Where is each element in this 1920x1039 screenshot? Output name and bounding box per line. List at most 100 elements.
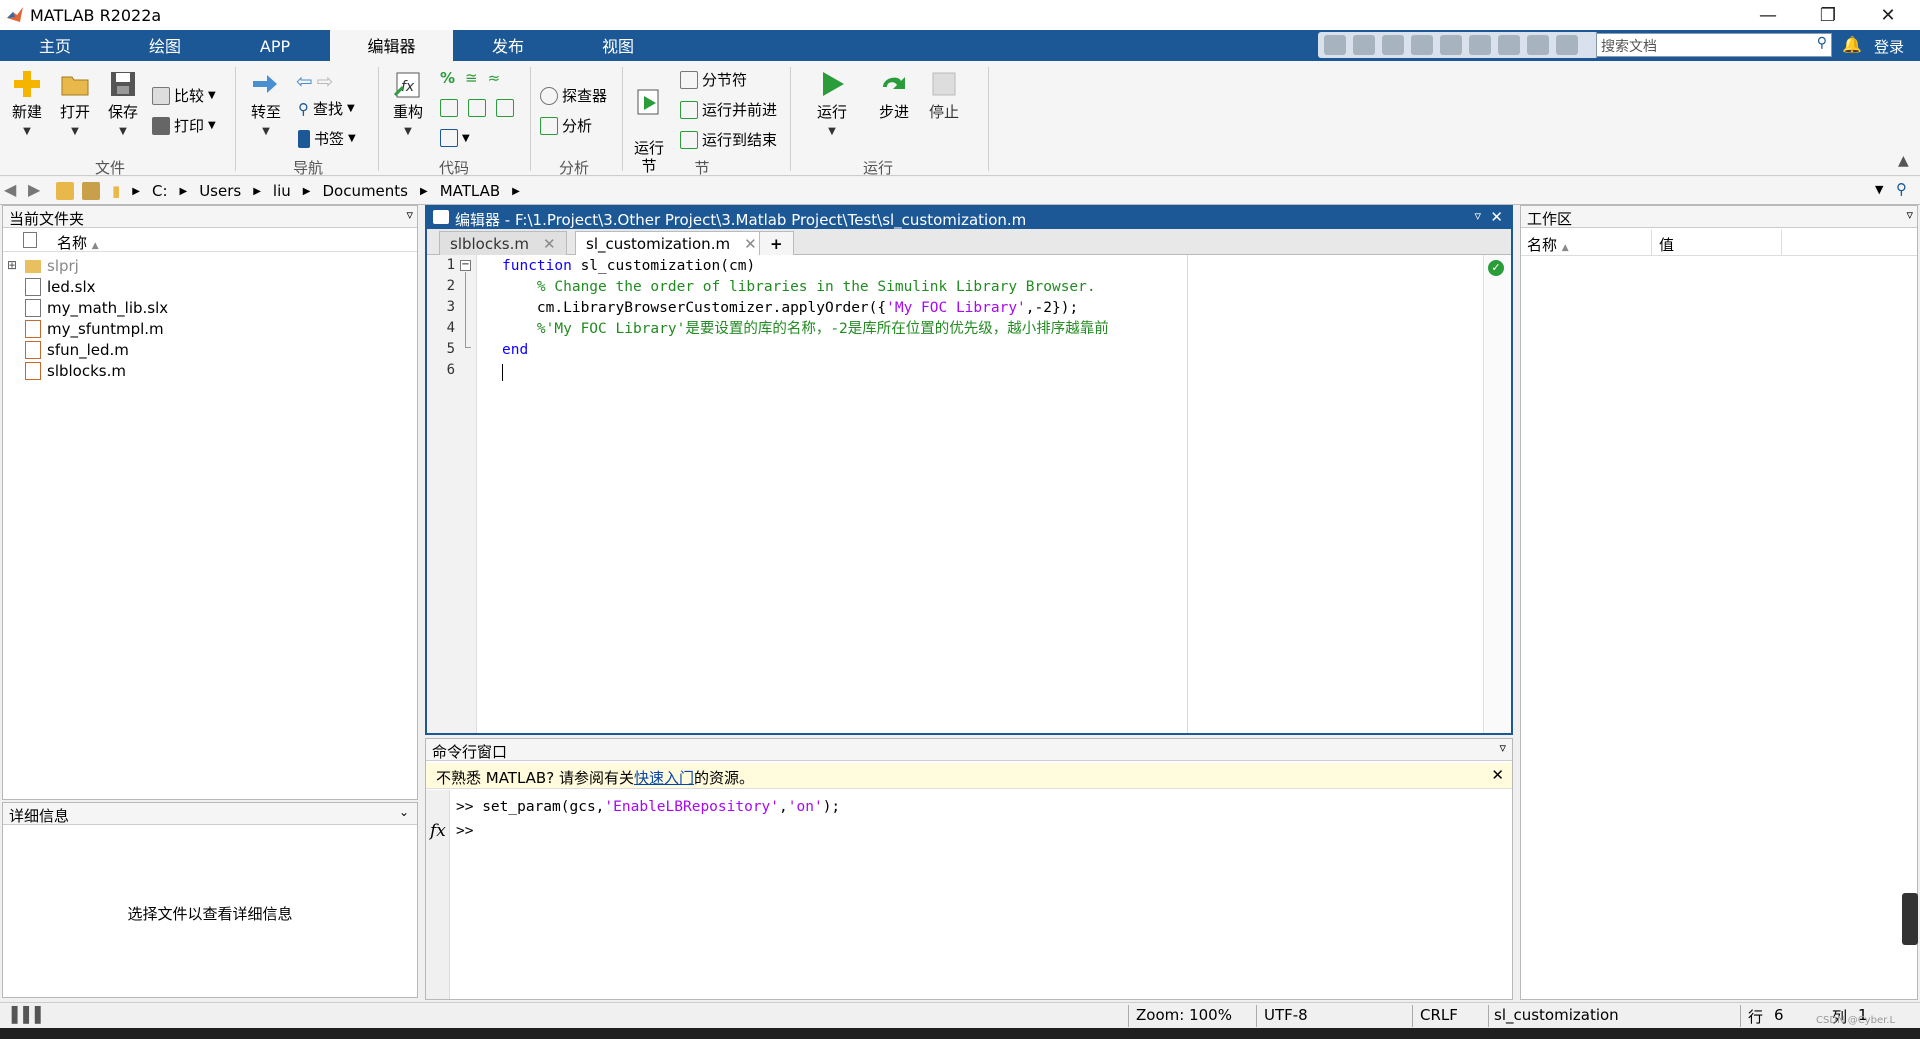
list-item[interactable]: slprj — [25, 256, 79, 276]
zoom-level[interactable]: Zoom: 100% — [1136, 1006, 1232, 1024]
tab-apps[interactable]: APP — [220, 30, 330, 61]
login-button[interactable]: 登录 — [1874, 36, 1904, 57]
back-icon[interactable]: ⇦ — [296, 69, 313, 93]
search-icon[interactable]: ⚲ — [1817, 35, 1827, 51]
switch-windows-icon[interactable] — [1498, 35, 1520, 55]
print-button[interactable]: 打印 ▼ — [152, 115, 216, 136]
browse-folder-icon[interactable] — [82, 182, 100, 200]
editor-tab-active[interactable]: sl_customization.m ✕ — [575, 231, 768, 255]
breadcrumb-item[interactable]: MATLAB — [440, 182, 500, 200]
restore-button[interactable]: ❐ — [1800, 0, 1856, 30]
run-to-end-button[interactable]: 运行到结束 — [680, 129, 777, 150]
value-column-header[interactable]: 值 — [1659, 234, 1674, 255]
bell-icon[interactable]: 🔔 — [1842, 35, 1862, 54]
editor-tab[interactable]: slblocks.m ✕ — [439, 231, 567, 255]
up-folder-icon[interactable] — [56, 182, 74, 200]
line-ending[interactable]: CRLF — [1420, 1006, 1458, 1024]
expand-icon[interactable]: ⊞ — [7, 258, 17, 272]
cut-icon[interactable] — [1353, 35, 1375, 55]
bookmark-button[interactable]: 书签 ▼ — [298, 128, 356, 149]
panel-menu-icon[interactable]: ▿ — [406, 208, 413, 223]
list-item[interactable]: my_sfuntmpl.m — [25, 319, 164, 339]
section-break-button[interactable]: 分节符 — [680, 69, 747, 90]
name-column-header[interactable]: 名称 ▲ — [57, 232, 99, 253]
breadcrumb-item[interactable]: Documents — [322, 182, 408, 200]
paste-icon[interactable] — [1411, 35, 1433, 55]
increase-indent-icon[interactable] — [496, 99, 514, 117]
smart-indent-icon[interactable] — [440, 99, 458, 117]
close-editor-icon[interactable]: ✕ — [1490, 208, 1503, 226]
save-icon[interactable] — [1324, 35, 1346, 55]
list-item[interactable]: slblocks.m — [25, 361, 126, 381]
find-button[interactable]: ⚲ 查找 ▼ — [298, 98, 355, 119]
code-text: ); — [822, 799, 841, 815]
run-section-button[interactable]: 运行 节 — [628, 69, 670, 175]
goto-button[interactable]: 转至 ▼ — [246, 69, 286, 141]
encoding[interactable]: UTF-8 — [1264, 1006, 1308, 1024]
wrap-comment-icon[interactable]: ≈ — [488, 69, 501, 87]
breadcrumb-item[interactable]: liu — [273, 182, 291, 200]
tab-editor[interactable]: 编辑器 — [330, 30, 453, 61]
list-item[interactable]: sfun_led.m — [25, 340, 129, 360]
search-docs-input[interactable]: 搜索文档 ⚲ — [1596, 33, 1832, 57]
chevron-down-icon[interactable]: ⌄ — [399, 805, 409, 819]
uncomment-icon[interactable]: ≅ — [465, 69, 478, 87]
expand-icon[interactable] — [1556, 35, 1578, 55]
minimize-button[interactable]: — — [1740, 0, 1796, 30]
stop-button[interactable]: 停止 — [924, 69, 964, 121]
address-dropdown-icon[interactable]: ▼ — [1875, 183, 1883, 196]
undo-icon[interactable] — [1440, 35, 1462, 55]
folder-search-icon[interactable]: ⚲ — [1896, 180, 1907, 198]
fx-icon[interactable]: fx — [430, 821, 446, 841]
tab-plots[interactable]: 绘图 — [110, 30, 220, 61]
list-item[interactable]: led.slx — [25, 277, 96, 297]
name-column-header[interactable]: 名称 ▲ — [1527, 234, 1569, 255]
file-name: my_sfuntmpl.m — [47, 320, 164, 338]
check-icon[interactable]: ✓ — [1488, 260, 1504, 276]
help-icon[interactable] — [1527, 35, 1549, 55]
breadcrumb-item[interactable]: Users — [199, 182, 241, 200]
new-button[interactable]: 新建 ▼ — [8, 69, 46, 141]
collapse-ribbon-icon[interactable]: ▲ — [1898, 153, 1909, 169]
comment-icon[interactable]: % — [440, 69, 455, 87]
close-window-button[interactable]: ✕ — [1860, 0, 1916, 30]
open-button[interactable]: 打开 ▼ — [56, 69, 94, 141]
run-and-advance-button[interactable]: 运行并前进 — [680, 99, 777, 120]
breadcrumb-item[interactable]: C: — [152, 182, 168, 200]
copy-icon[interactable] — [1382, 35, 1404, 55]
column-divider[interactable] — [1781, 230, 1782, 256]
forward-icon[interactable]: ⇨ — [317, 69, 334, 93]
list-item[interactable]: my_math_lib.slx — [25, 298, 168, 318]
decrease-indent-icon[interactable] — [468, 99, 486, 117]
compare-button[interactable]: 比较 ▼ — [152, 85, 216, 106]
new-tab-button[interactable]: + — [759, 231, 794, 255]
forward-icon[interactable]: ▶ — [28, 180, 40, 199]
step-button[interactable]: 步进 — [874, 69, 914, 121]
save-button[interactable]: 保存 ▼ — [104, 69, 142, 141]
analyze-button[interactable]: 分析 — [540, 115, 592, 136]
redo-icon[interactable] — [1469, 35, 1491, 55]
message-bar — [1483, 255, 1511, 733]
close-tip-icon[interactable]: ✕ — [1491, 766, 1504, 784]
column-divider[interactable] — [1651, 230, 1652, 256]
panel-menu-icon[interactable]: ▿ — [1906, 208, 1913, 223]
profiler-button[interactable]: 探查器 — [540, 85, 607, 106]
refactor-button[interactable]: fx 重构 ▼ — [386, 69, 430, 141]
fold-icon[interactable]: − — [460, 260, 471, 271]
quick-start-link[interactable]: 快速入门 — [634, 769, 694, 787]
code-more[interactable]: ▼ — [440, 129, 470, 147]
panel-menu-icon[interactable]: ▿ — [1499, 741, 1506, 756]
back-icon[interactable]: ◀ — [4, 180, 16, 199]
panel-menu-icon[interactable]: ▿ — [1474, 209, 1481, 224]
tab-home[interactable]: 主页 — [0, 30, 110, 61]
run-button[interactable]: 运行 ▼ — [812, 69, 852, 141]
tab-publish[interactable]: 发布 — [453, 30, 563, 61]
tab-view[interactable]: 视图 — [563, 30, 673, 61]
close-tab-icon[interactable]: ✕ — [744, 235, 757, 253]
close-tab-icon[interactable]: ✕ — [543, 235, 556, 253]
command-prompt-line[interactable]: >> — [456, 821, 473, 842]
details-header[interactable]: 详细信息 ⌄ — [3, 803, 417, 825]
back-forward[interactable]: ⇦ ⇨ — [296, 69, 334, 93]
side-scroll-handle[interactable] — [1902, 893, 1918, 945]
code-area[interactable]: function sl_customization(cm) % Change t… — [477, 255, 1511, 733]
